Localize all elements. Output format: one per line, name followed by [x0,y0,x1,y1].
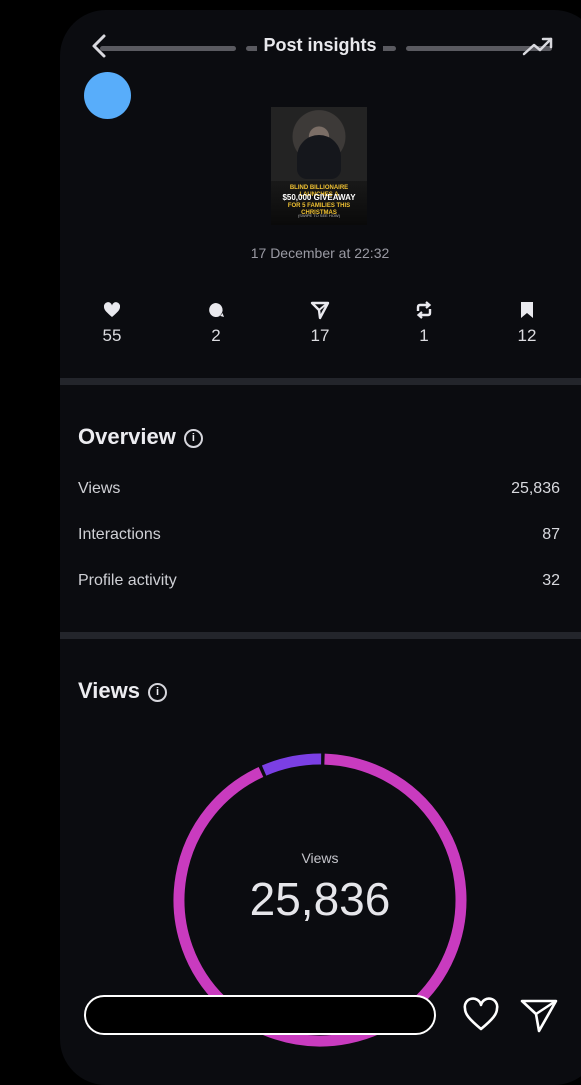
stat-shares-value: 17 [310,326,330,345]
info-icon[interactable]: i [183,429,203,448]
thumbnail-photo [271,107,367,181]
share-icon [310,301,330,320]
overview-row-label: Interactions [78,526,161,543]
stat-likes-value: 55 [102,326,122,345]
comment-icon [209,303,224,317]
divider [60,378,581,385]
info-icon[interactable]: i [147,683,167,702]
overview-row-label: Views [78,480,121,497]
heart-outline-icon[interactable] [462,996,500,1034]
header: Post insights [60,10,581,80]
ring-value: 25,836 [249,873,391,925]
thumbnail-line-4: (SWIPE TO SEE HOW) [297,213,341,218]
stat-comments: 2 [186,300,246,346]
stat-reposts: 1 [394,300,454,346]
stats-row: 55 2 17 1 12 [60,300,580,360]
overview-row-label: Profile activity [78,572,177,589]
overview-title: Overview i [78,424,203,450]
phone-screen: Post insights BLIND BILLIONAIRE LAUNCHES… [60,10,581,1085]
trend-icon[interactable] [522,34,554,58]
comment-input[interactable] [84,995,436,1035]
bookmark-icon [521,302,533,318]
stat-saves: 12 [497,300,557,346]
divider [60,632,581,639]
ring-segment-1 [261,753,322,776]
avatar[interactable] [84,72,131,119]
stat-saves-value: 12 [517,326,537,345]
heart-icon [103,302,121,317]
stat-reposts-value: 1 [419,326,429,345]
stat-shares: 17 [290,300,350,346]
stat-comments-value: 2 [211,326,221,345]
overview-row-interactions[interactable]: Interactions 87 [78,526,560,544]
thumbnail-line-2: $50,000 GIVEAWAY [282,193,356,202]
overview-row-profile-activity[interactable]: Profile activity 32 [78,572,560,590]
overview-row-value: 87 [542,526,560,543]
repost-icon [416,301,432,319]
post-date: 17 December at 22:32 [250,245,390,261]
page-title: Post insights [60,35,580,56]
post-thumbnail[interactable]: BLIND BILLIONAIRE LAUNCHES A $50,000 GIV… [271,107,367,225]
stat-likes: 55 [82,300,142,346]
views-title: Views i [78,678,167,704]
send-icon[interactable] [520,998,558,1034]
overview-row-value: 25,836 [511,480,560,497]
overview-row-value: 32 [542,572,560,589]
overview-row-views[interactable]: Views 25,836 [78,480,560,498]
ring-label: Views [301,850,339,866]
